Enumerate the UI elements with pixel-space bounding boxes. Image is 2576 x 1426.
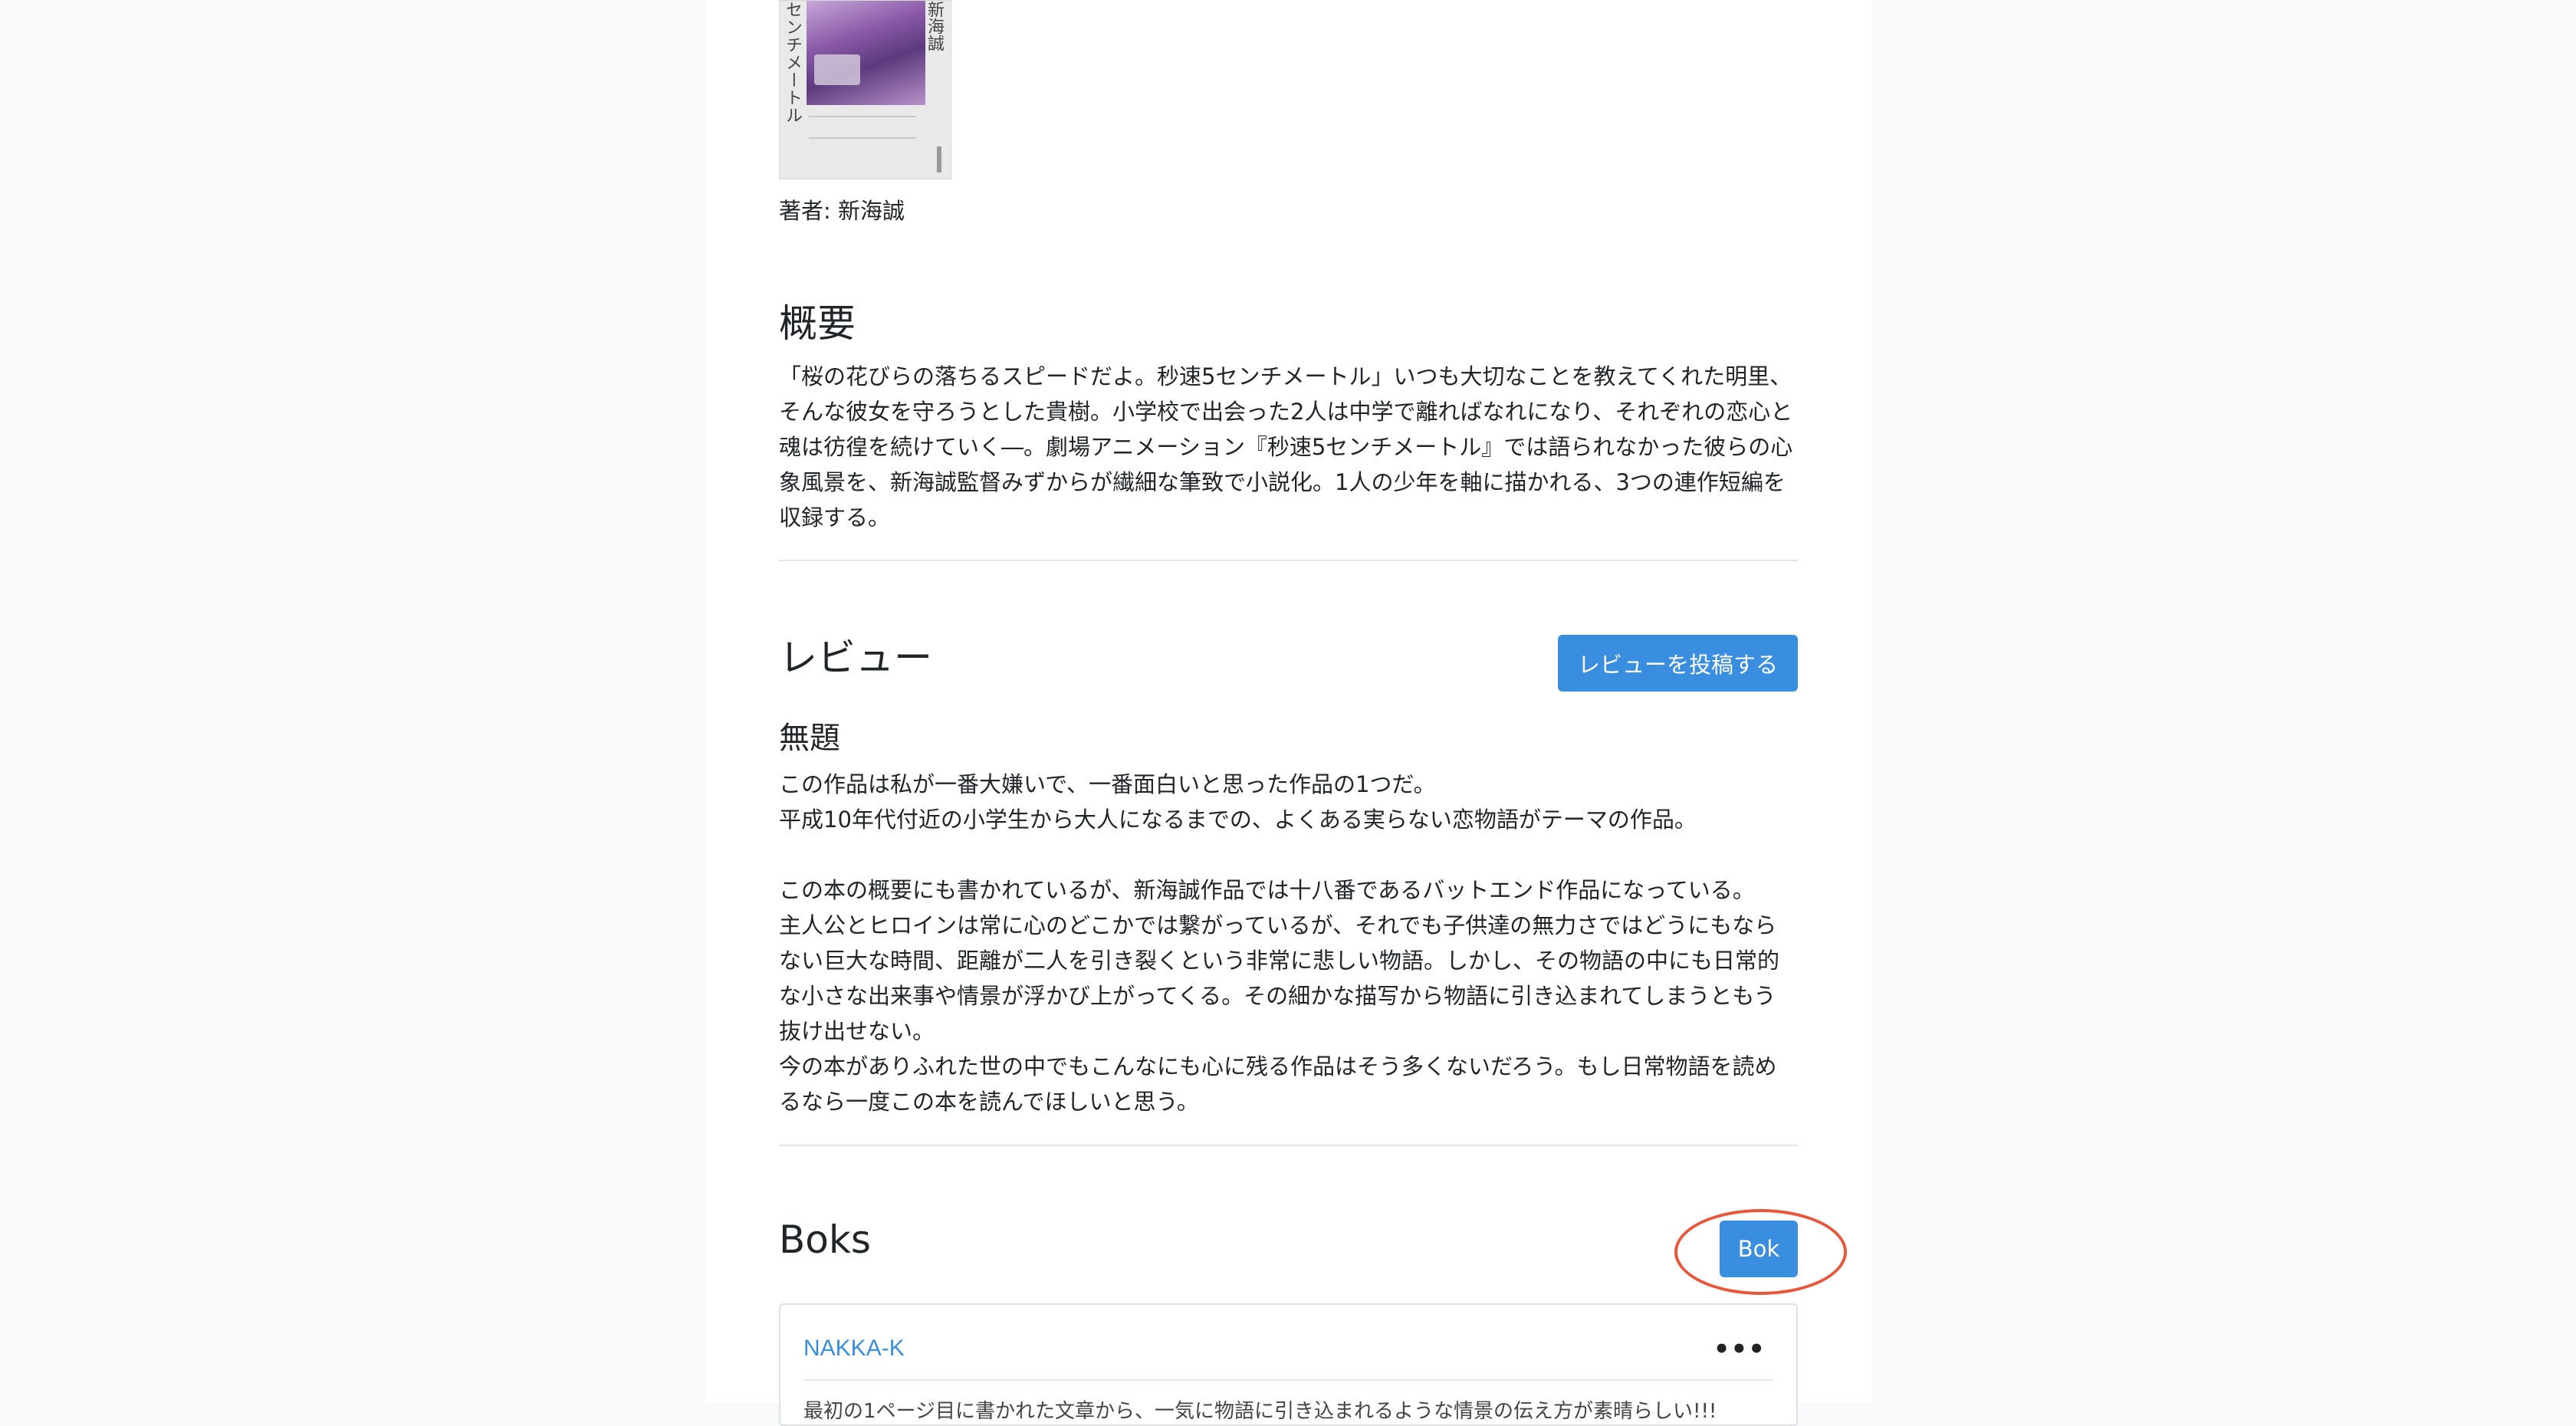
bok-button[interactable]: Bok — [1720, 1221, 1798, 1277]
post-review-button[interactable]: レビューを投稿する — [1558, 635, 1798, 692]
bok-card-snippet: 最初の1ページ目に書かれた文章から、一気に物語に引き込まれるような情景の伝え方が… — [803, 1400, 1717, 1423]
card-divider — [803, 1379, 1773, 1381]
review-body: この作品は私が一番大嫌いで、一番面白いと思った作品の1つだ。 平成10年代付近の… — [779, 771, 1780, 1115]
summary-heading: 概要 — [779, 301, 856, 346]
divider — [779, 1145, 1798, 1146]
bok-card-user-link[interactable]: NAKKA-K — [803, 1336, 905, 1362]
cover-fine-print — [809, 116, 916, 139]
more-options-icon[interactable]: ••• — [1714, 1334, 1766, 1365]
cover-author-text: 新海誠 — [925, 1, 944, 51]
cover-artwork — [807, 1, 925, 105]
divider — [779, 560, 1798, 561]
main-content-panel: センチメートル 新海誠 著者: 新海誠 概要 「桜の花びらの落ちるスピードだよ。… — [706, 0, 1871, 1426]
bok-card: NAKKA-K ••• 最初の1ページ目に書かれた文章から、一気に物語に引き込ま… — [779, 1303, 1798, 1426]
reviews-heading: レビュー — [779, 636, 932, 680]
summary-text: 「桜の花びらの落ちるスピードだよ。秒速5センチメートル」いつも大切なことを教えて… — [779, 363, 1793, 531]
review-title: 無題 — [779, 721, 840, 756]
boks-heading: Boks — [779, 1217, 871, 1262]
author-line: 著者: 新海誠 — [779, 198, 905, 224]
cover-publisher-mark — [937, 146, 941, 172]
book-cover-image: センチメートル 新海誠 — [779, 0, 951, 179]
cover-title-text: センチメートル — [783, 1, 802, 124]
